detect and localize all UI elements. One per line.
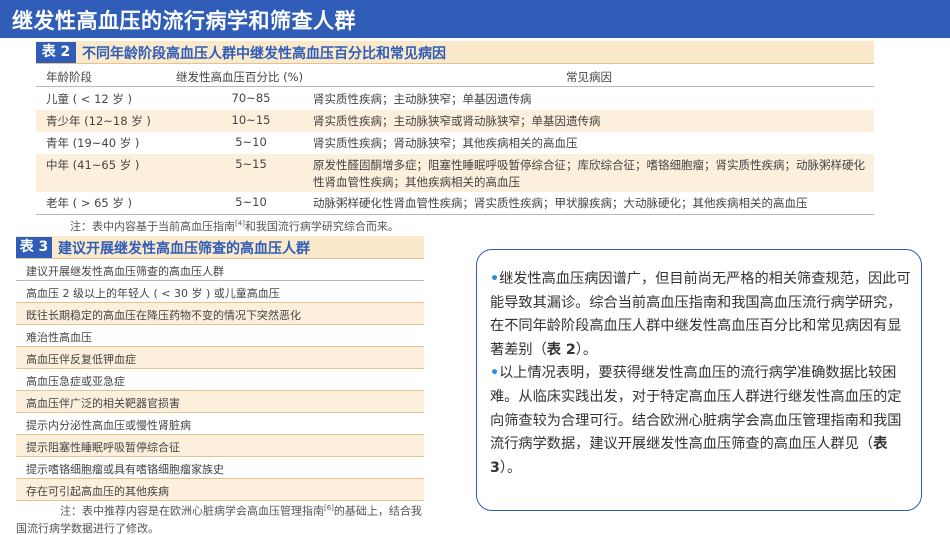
table2-caption: 不同年龄阶段高血压人群中继发性高血压百分比和常见病因	[82, 46, 446, 62]
table-row: 儿童 ( < 12 岁 ) 70~85 肾实质性疾病；主动脉狭窄；单基因遗传病	[46, 91, 532, 106]
table-row: 高血压伴广泛的相关靶器官损害	[16, 391, 424, 413]
table3-note: 注：表中推荐内容是在欧洲心脏病学会高血压管理指南[6]的基础上，结合我国流行病学…	[16, 504, 422, 535]
table-row: 青少年 (12~18 岁 ) 10~15 肾实质性疾病；主动脉狭窄或肾动脉狭窄；…	[36, 110, 874, 132]
table-row: 既往长期稳定的高血压在降压药物不变的情况下突然恶化	[16, 303, 424, 325]
table-row: 高血压 2 级以上的年轻人 ( < 30 岁 ) 或儿童高血压	[16, 281, 424, 303]
table-row: 中年 (41~65 岁 ) 5~15 原发性醛固酮增多症；阻塞性睡眠呼吸暂停综合…	[36, 154, 874, 192]
table2-badge: 表 2	[36, 42, 76, 63]
summary-textbox: •继发性高血压病因谱广，但目前尚无严格的相关筛查规范，因此可能导致其漏诊。综合当…	[476, 249, 922, 511]
table3-header: 表 3 建议开展继发性高血压筛查的高血压人群	[16, 236, 424, 259]
table2-bottom-rule	[36, 214, 874, 215]
summary-paragraph-1: •继发性高血压病因谱广，但目前尚无严格的相关筛查规范，因此可能导致其漏诊。综合当…	[490, 271, 911, 358]
summary-paragraph-2: •以上情况表明，要获得继发性高血压的流行病学准确数据比较困难。从临床实践出发，对…	[490, 365, 902, 476]
table-row: 存在可引起高血压的其他疾病	[16, 479, 424, 501]
col-header-causes: 常见病因	[566, 70, 612, 84]
table-row: 高血压伴反复低钾血症	[16, 347, 424, 369]
table-row: 提示阻塞性睡眠呼吸暂停综合征	[16, 435, 424, 457]
table-row: 老年 ( > 65 岁 ) 5~10 动脉粥样硬化性肾血管性疾病；肾实质性疾病；…	[46, 195, 808, 210]
slide-title: 继发性高血压的流行病学和筛查人群	[12, 9, 356, 33]
table-row: 难治性高血压	[16, 325, 424, 347]
table2-note: 注：表中内容基于当前高血压指南[4]和我国流行病学研究综合而来。	[70, 219, 399, 233]
bullet-icon: •	[490, 271, 500, 287]
bullet-icon: •	[490, 365, 500, 382]
table-row: 提示嗜铬细胞瘤或具有嗜铬细胞瘤家族史	[16, 457, 424, 479]
table3-badge: 表 3	[16, 237, 52, 258]
col-header-percentage: 继发性高血压百分比 (%)	[176, 70, 304, 84]
table-row: 建议开展继发性高血压筛查的高血压人群	[16, 259, 424, 281]
table2-column-headers: 年龄阶段 继发性高血压百分比 (%) 常见病因	[36, 65, 874, 87]
table-row: 青年 (19~40 岁 ) 5~10 肾实质性疾病；肾动脉狭窄；其他疾病相关的高…	[46, 135, 578, 150]
table2-header: 表 2 不同年龄阶段高血压人群中继发性高血压百分比和常见病因	[36, 41, 874, 64]
table-row: 高血压急症或亚急症	[16, 369, 424, 391]
col-header-age: 年龄阶段	[46, 70, 92, 84]
title-bar: 继发性高血压的流行病学和筛查人群	[0, 0, 950, 38]
table-row: 提示内分泌性高血压或慢性肾脏病	[16, 413, 424, 435]
table3-caption: 建议开展继发性高血压筛查的高血压人群	[58, 241, 310, 257]
